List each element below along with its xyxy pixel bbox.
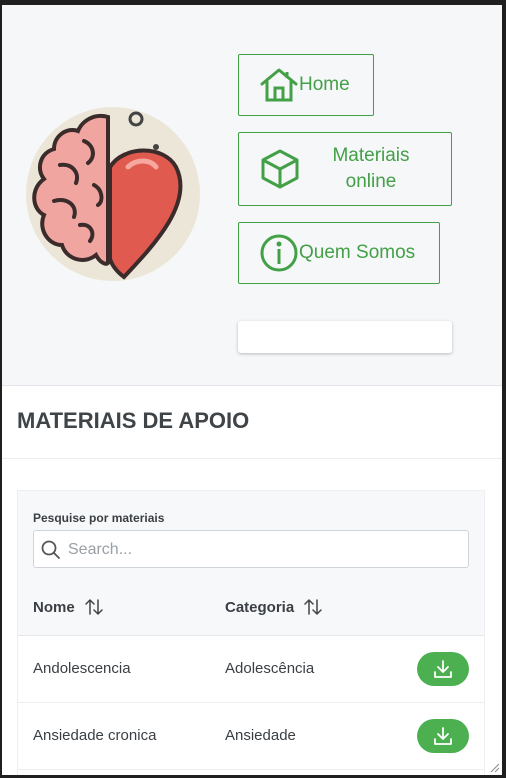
- brain-heart-logo: [26, 107, 200, 281]
- house-icon: [260, 68, 298, 102]
- nav-materials-label: Materiais online: [332, 145, 410, 192]
- sort-icon: [304, 599, 322, 615]
- column-header-categoria-label: Categoria: [225, 598, 295, 616]
- search-box[interactable]: [33, 530, 469, 569]
- nav-materials-button[interactable]: Materiais online: [238, 132, 452, 206]
- column-header-nome-label: Nome: [33, 598, 75, 616]
- nav-home-label: Home: [299, 74, 350, 95]
- empty-white-box: [238, 321, 452, 353]
- download-button[interactable]: [417, 719, 469, 753]
- app-window: Home Materiais online Quem Somos MATERIA…: [2, 5, 502, 775]
- sort-icon: [84, 599, 103, 615]
- cell-nome: Andolescencia: [33, 660, 131, 677]
- header-section: Home Materiais online Quem Somos: [2, 5, 502, 386]
- info-icon: [260, 234, 298, 272]
- title-bar: MATERIAIS DE APOIO: [2, 386, 502, 459]
- nav-about-button[interactable]: Quem Somos: [238, 222, 440, 284]
- nav-home-button[interactable]: Home: [238, 54, 374, 116]
- search-input[interactable]: [66, 531, 460, 569]
- page-title: MATERIAIS DE APOIO: [17, 408, 250, 433]
- box-icon: [261, 149, 299, 189]
- download-button[interactable]: [417, 652, 469, 686]
- cell-categoria: Adolescência: [225, 660, 315, 677]
- cell-categoria: Ansiedade: [225, 727, 296, 744]
- column-header-categoria[interactable]: Categoria: [225, 598, 322, 616]
- materials-table: Pesquise por materiais Nome Categoria: [17, 490, 485, 775]
- nav-about-label: Quem Somos: [299, 242, 416, 263]
- search-area: Pesquise por materiais: [18, 491, 484, 582]
- search-icon: [41, 540, 60, 559]
- resize-handle-icon[interactable]: [488, 761, 500, 773]
- column-header-nome[interactable]: Nome: [33, 598, 103, 616]
- download-icon: [434, 660, 452, 678]
- table-header: Nome Categoria: [18, 581, 484, 636]
- table-row: Ansiedade cronica Ansiedade: [18, 703, 484, 770]
- search-label: Pesquise por materiais: [33, 511, 165, 525]
- table-row: Andolescencia Adolescência: [18, 636, 484, 703]
- cell-nome: Ansiedade cronica: [33, 727, 157, 744]
- download-icon: [434, 727, 452, 745]
